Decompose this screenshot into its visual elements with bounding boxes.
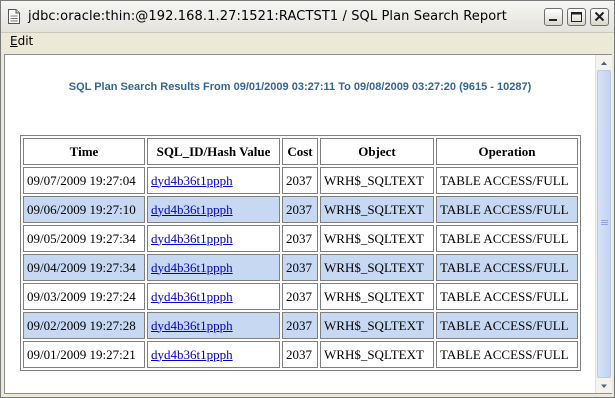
cell-time: 09/01/2009 19:27:21 xyxy=(23,341,145,368)
table-header-row: Time SQL_ID/Hash Value Cost Object Opera… xyxy=(23,138,578,165)
cell-object: WRH$_SQLTEXT xyxy=(320,283,434,310)
cell-sql-id: dyd4b36t1ppph xyxy=(147,196,280,223)
arrow-up-icon xyxy=(601,61,607,65)
vertical-scrollbar[interactable] xyxy=(595,55,612,393)
cell-object: WRH$_SQLTEXT xyxy=(320,196,434,223)
cell-operation: TABLE ACCESS/FULL xyxy=(436,312,578,339)
document-icon xyxy=(8,9,20,24)
cell-cost: 2037 xyxy=(282,312,318,339)
window-title: jdbc:oracle:thin:@192.168.1.27:1521:RACT… xyxy=(28,9,507,24)
report-title: SQL Plan Search Results From 09/01/2009 … xyxy=(68,81,532,93)
scroll-up-button[interactable] xyxy=(597,55,611,69)
table-row: 09/03/2009 19:27:24 dyd4b36t1ppph 2037 W… xyxy=(23,283,578,310)
column-header-cost: Cost xyxy=(282,138,318,165)
grip-line xyxy=(601,220,608,221)
sql-id-link[interactable]: dyd4b36t1ppph xyxy=(151,318,233,333)
table-row: 09/06/2009 19:27:10 dyd4b36t1ppph 2037 W… xyxy=(23,196,578,223)
table-row: 09/04/2009 19:27:34 dyd4b36t1ppph 2037 W… xyxy=(23,254,578,281)
cell-time: 09/06/2009 19:27:10 xyxy=(23,196,145,223)
cell-operation: TABLE ACCESS/FULL xyxy=(436,225,578,252)
table-row: 09/07/2009 19:27:04 dyd4b36t1ppph 2037 W… xyxy=(23,167,578,194)
menu-edit[interactable]: Edit xyxy=(10,34,33,48)
sql-id-link[interactable]: dyd4b36t1ppph xyxy=(151,347,233,362)
close-icon xyxy=(594,11,605,22)
scroll-thumb[interactable] xyxy=(597,70,611,378)
column-header-sql-id: SQL_ID/Hash Value xyxy=(147,138,280,165)
minimize-icon xyxy=(549,19,557,21)
minimize-button[interactable] xyxy=(544,8,563,26)
cell-time: 09/04/2009 19:27:34 xyxy=(23,254,145,281)
cell-sql-id: dyd4b36t1ppph xyxy=(147,167,280,194)
column-header-operation: Operation xyxy=(436,138,578,165)
table-row: 09/01/2009 19:27:21 dyd4b36t1ppph 2037 W… xyxy=(23,341,578,368)
menu-bar: Edit xyxy=(1,33,614,51)
maximize-button[interactable] xyxy=(567,8,586,26)
table-row: 09/02/2009 19:27:28 dyd4b36t1ppph 2037 W… xyxy=(23,312,578,339)
scroll-down-button[interactable] xyxy=(597,378,611,392)
grip-line xyxy=(601,224,608,225)
grip-line xyxy=(601,222,608,223)
title-bar[interactable]: jdbc:oracle:thin:@192.168.1.27:1521:RACT… xyxy=(1,1,614,33)
sql-id-link[interactable]: dyd4b36t1ppph xyxy=(151,173,233,188)
cell-sql-id: dyd4b36t1ppph xyxy=(147,225,280,252)
sql-id-link[interactable]: dyd4b36t1ppph xyxy=(151,260,233,275)
table-row: 09/05/2009 19:27:34 dyd4b36t1ppph 2037 W… xyxy=(23,225,578,252)
cell-object: WRH$_SQLTEXT xyxy=(320,341,434,368)
cell-operation: TABLE ACCESS/FULL xyxy=(436,283,578,310)
report-panel: SQL Plan Search Results From 09/01/2009 … xyxy=(4,54,612,394)
cell-time: 09/02/2009 19:27:28 xyxy=(23,312,145,339)
cell-cost: 2037 xyxy=(282,254,318,281)
close-button[interactable] xyxy=(590,8,609,26)
maximize-icon xyxy=(571,12,582,22)
cell-cost: 2037 xyxy=(282,225,318,252)
cell-cost: 2037 xyxy=(282,167,318,194)
cell-time: 09/05/2009 19:27:34 xyxy=(23,225,145,252)
cell-time: 09/07/2009 19:27:04 xyxy=(23,167,145,194)
results-table: Time SQL_ID/Hash Value Cost Object Opera… xyxy=(20,135,581,371)
sql-id-link[interactable]: dyd4b36t1ppph xyxy=(151,289,233,304)
arrow-down-icon xyxy=(601,384,607,388)
report-content: SQL Plan Search Results From 09/01/2009 … xyxy=(5,55,595,393)
cell-cost: 2037 xyxy=(282,341,318,368)
column-header-object: Object xyxy=(320,138,434,165)
cell-operation: TABLE ACCESS/FULL xyxy=(436,196,578,223)
cell-object: WRH$_SQLTEXT xyxy=(320,167,434,194)
cell-sql-id: dyd4b36t1ppph xyxy=(147,312,280,339)
report-window: jdbc:oracle:thin:@192.168.1.27:1521:RACT… xyxy=(0,0,615,398)
cell-cost: 2037 xyxy=(282,283,318,310)
cell-object: WRH$_SQLTEXT xyxy=(320,254,434,281)
cell-sql-id: dyd4b36t1ppph xyxy=(147,341,280,368)
cell-operation: TABLE ACCESS/FULL xyxy=(436,341,578,368)
column-header-time: Time xyxy=(23,138,145,165)
cell-operation: TABLE ACCESS/FULL xyxy=(436,254,578,281)
cell-object: WRH$_SQLTEXT xyxy=(320,312,434,339)
cell-sql-id: dyd4b36t1ppph xyxy=(147,254,280,281)
cell-object: WRH$_SQLTEXT xyxy=(320,225,434,252)
sql-id-link[interactable]: dyd4b36t1ppph xyxy=(151,231,233,246)
cell-operation: TABLE ACCESS/FULL xyxy=(436,167,578,194)
cell-cost: 2037 xyxy=(282,196,318,223)
cell-time: 09/03/2009 19:27:24 xyxy=(23,283,145,310)
cell-sql-id: dyd4b36t1ppph xyxy=(147,283,280,310)
sql-id-link[interactable]: dyd4b36t1ppph xyxy=(151,202,233,217)
